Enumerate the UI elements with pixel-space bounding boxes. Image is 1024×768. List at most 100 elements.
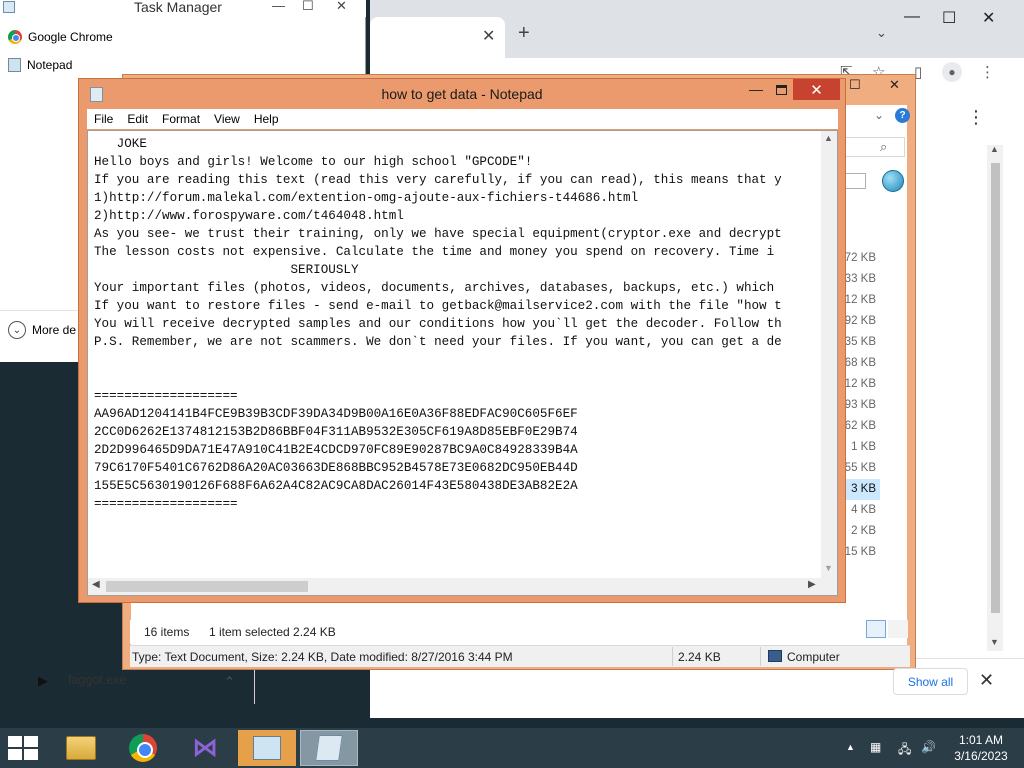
clock-date: 3/16/2023 [954, 749, 1008, 763]
text-line: =================== [94, 389, 238, 403]
system-clock[interactable]: 1:01 AM 3/16/2023 [946, 732, 1016, 764]
action-center-icon[interactable]: ▦ [870, 740, 881, 754]
selection-info: 1 item selected 2.24 KB [209, 625, 336, 639]
new-tab-icon[interactable]: + [518, 22, 530, 45]
close-icon[interactable]: ✕ [889, 77, 900, 93]
taskbar-file-explorer[interactable] [52, 730, 110, 766]
scroll-right-icon[interactable]: ▶ [808, 579, 816, 590]
text-line: Hello boys and girls! Welcome to our hig… [94, 155, 533, 169]
document-text[interactable]: JOKE Hello boys and girls! Welcome to our… [94, 135, 819, 575]
notepad-titlebar[interactable]: how to get data - Notepad — ✕ [79, 79, 845, 109]
vertical-scrollbar[interactable]: ▲ ▼ [821, 131, 837, 578]
page-menu-kebab-icon[interactable]: ⋮ [967, 107, 985, 128]
minimize-icon[interactable]: — [749, 81, 763, 97]
text-line: 2)http://www.forospyware.com/t464048.htm… [94, 209, 404, 223]
scroll-up-icon[interactable]: ▲ [990, 144, 999, 154]
close-icon[interactable]: ✕ [982, 8, 995, 28]
taskbar-visual-studio[interactable]: ⋈ [176, 730, 234, 766]
minimize-icon[interactable]: — [904, 8, 920, 26]
details-view-button[interactable] [866, 620, 886, 638]
close-icon[interactable]: ✕ [793, 79, 840, 100]
menu-help[interactable]: Help [247, 112, 286, 126]
ribbon-expand-chevron-icon[interactable]: ⌄ [874, 108, 884, 122]
task-manager-title: Task Manager [134, 0, 222, 15]
text-editor[interactable]: JOKE Hello boys and girls! Welcome to our… [87, 130, 838, 596]
view-toggle [866, 620, 910, 638]
task-manager-icon [3, 1, 15, 13]
large-icons-view-button[interactable] [888, 620, 908, 638]
menu-view[interactable]: View [207, 112, 247, 126]
chrome-tabstrip: ✕ + ⌄ — ☐ ✕ [370, 0, 1024, 58]
chrome-icon [8, 30, 22, 44]
show-hidden-icons-icon[interactable]: ▲ [846, 742, 855, 752]
taskbar-task-manager[interactable] [238, 730, 296, 766]
text-line: If you want to restore files - send e-ma… [94, 299, 782, 313]
scroll-down-icon[interactable]: ▼ [824, 563, 833, 573]
network-icon[interactable]: 🖧 [898, 740, 911, 761]
menu-kebab-icon[interactable]: ⋮ [980, 63, 995, 81]
view-pane-button[interactable] [844, 173, 866, 189]
text-line: AA96AD1204141B4FCE9B39B3CDF39DA34D9B00A1… [94, 407, 578, 421]
page-scrollbar[interactable]: ▲ ▼ [987, 144, 1003, 651]
text-line: 155E5C5630190126F688F6A62A4C82AC9CA8DAC2… [94, 479, 578, 493]
taskbar-chrome[interactable] [114, 730, 172, 766]
maximize-icon[interactable]: ☐ [942, 8, 956, 28]
tab-search-chevron-icon[interactable]: ⌄ [876, 25, 887, 41]
text-line: 1)http://forum.malekal.com/extention-omg… [94, 191, 639, 205]
help-icon[interactable]: ? [895, 108, 910, 123]
scroll-left-icon[interactable]: ◀ [92, 579, 100, 590]
file-size: 2.24 KB [678, 650, 721, 664]
app-label: Notepad [27, 58, 73, 72]
more-details-button[interactable]: ⌄ More de [8, 321, 76, 339]
search-input[interactable] [844, 137, 905, 157]
text-line: If you are reading this text (read this … [94, 173, 782, 187]
globe-icon [882, 170, 904, 192]
close-tab-icon[interactable]: ✕ [482, 26, 495, 46]
window-title: how to get data - Notepad [381, 86, 543, 102]
close-downloads-icon[interactable]: ✕ [979, 670, 994, 691]
windows-logo-pane [8, 749, 22, 760]
text-line: Your important files (photos, videos, do… [94, 281, 775, 295]
scroll-down-icon[interactable]: ▼ [990, 637, 999, 647]
divider [760, 647, 761, 666]
text-line: You will receive decrypted samples and o… [94, 317, 782, 331]
divider [672, 647, 673, 666]
download-item[interactable]: ▶ faggot.exe [38, 673, 126, 688]
notepad-window: how to get data - Notepad — ✕ File Edit … [78, 78, 846, 603]
task-manager-titlebar[interactable]: Task Manager — ☐ ✕ [0, 0, 366, 17]
windows-logo-pane [24, 749, 38, 760]
volume-icon[interactable]: 🔊 [921, 740, 936, 754]
horizontal-scrollbar[interactable]: ◀ ▶ [88, 578, 821, 595]
minimize-icon[interactable]: — [272, 0, 285, 13]
text-line: 79C6170F5401C6762D86A20AC03663DE868BBC95… [94, 461, 578, 475]
chevron-down-icon: ⌄ [8, 321, 26, 339]
task-manager-app-chrome[interactable]: Google Chrome [8, 28, 113, 46]
folder-icon [66, 736, 96, 760]
start-button[interactable] [8, 736, 38, 760]
scrollbar-thumb[interactable] [106, 581, 308, 592]
text-line [94, 351, 819, 369]
chevron-up-icon[interactable]: ⌃ [224, 674, 235, 690]
visual-studio-icon: ⋈ [192, 733, 218, 763]
task-manager-app-notepad[interactable]: Notepad [8, 56, 72, 74]
chrome-tab[interactable]: ✕ [370, 17, 505, 58]
item-count: 16 items [144, 625, 190, 639]
menu-format[interactable]: Format [155, 112, 207, 126]
notepad-icon [8, 58, 21, 72]
menu-bar: File Edit Format View Help [87, 109, 838, 129]
menu-edit[interactable]: Edit [120, 112, 155, 126]
text-line: =================== [94, 497, 238, 511]
close-icon[interactable]: ✕ [336, 0, 347, 14]
show-all-button[interactable]: Show all [893, 668, 968, 695]
scrollbar-thumb[interactable] [991, 163, 1000, 613]
maximize-icon[interactable]: ☐ [302, 0, 314, 14]
text-line: P.S. Remember, we are not scammers. We d… [94, 335, 782, 349]
maximize-icon[interactable]: ☐ [849, 77, 861, 93]
computer-icon [768, 650, 782, 662]
profile-avatar[interactable]: ● [942, 62, 962, 82]
scroll-up-icon[interactable]: ▲ [824, 133, 833, 143]
maximize-icon[interactable] [776, 85, 787, 95]
taskbar-notepad[interactable] [300, 730, 358, 766]
menu-file[interactable]: File [87, 112, 120, 126]
text-line: 2D2D996465D9DA71E47A910C41B2E4CDCD970FC8… [94, 443, 578, 457]
